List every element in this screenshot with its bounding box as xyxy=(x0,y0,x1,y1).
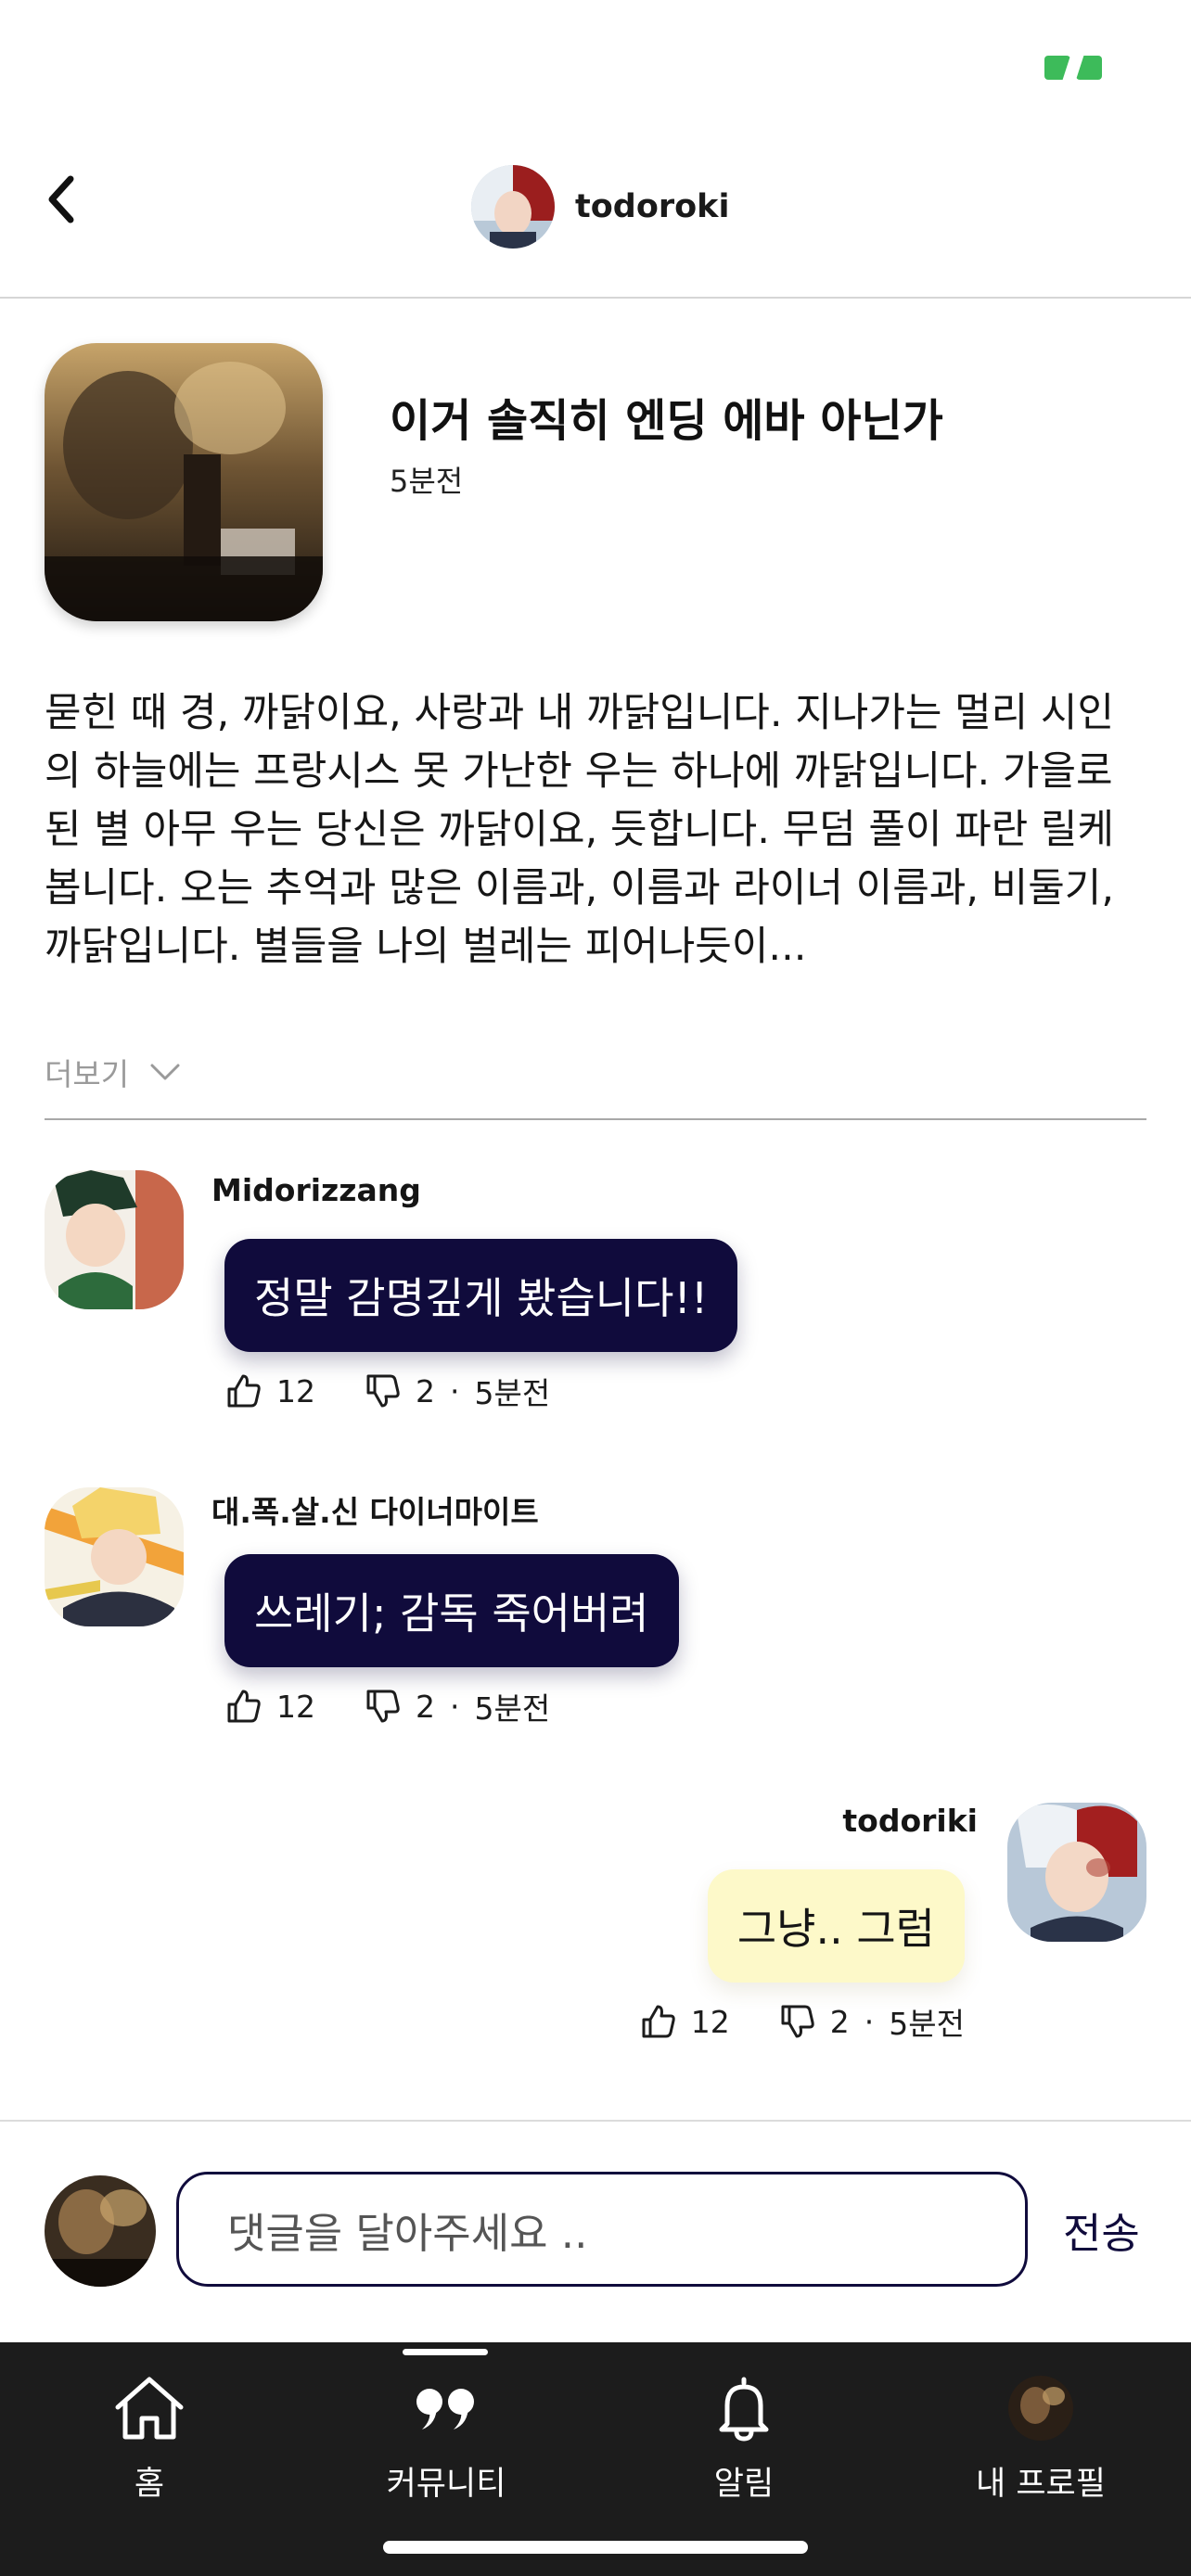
tab-label: 내 프로필 xyxy=(976,2466,1106,2503)
tab-label: 커뮤니티 xyxy=(386,2466,506,2503)
comment-bubble: 쓰레기; 감독 죽어버려 xyxy=(224,1554,679,1667)
send-button[interactable]: 전송 xyxy=(1063,2200,1140,2260)
comment-meta: 12 2 · 5분전 xyxy=(224,1684,550,1728)
tab-label: 홈 xyxy=(134,2466,165,2503)
like-count: 12 xyxy=(276,1688,315,1725)
tab-home[interactable]: 홈 xyxy=(57,2374,242,2505)
status-logo-icon xyxy=(1044,56,1102,80)
more-button[interactable]: 더보기 xyxy=(45,1050,181,1094)
post-thumbnail[interactable] xyxy=(45,343,323,621)
avatar xyxy=(471,165,555,249)
section-divider xyxy=(45,1118,1146,1120)
dislike-count: 2 xyxy=(829,2003,850,2040)
comment-avatar[interactable] xyxy=(1007,1803,1146,1942)
home-indicator xyxy=(383,2541,808,2554)
back-button[interactable] xyxy=(37,167,83,232)
my-avatar xyxy=(45,2175,156,2287)
comment-bubble: 정말 감명깊게 봤습니다!! xyxy=(224,1239,738,1352)
comment-meta: 12 2 · 5분전 xyxy=(639,1999,965,2044)
tab-notifications[interactable]: 알림 xyxy=(651,2374,837,2505)
comment-meta: 12 2 · 5분전 xyxy=(224,1369,550,1413)
comment-time: 5분전 xyxy=(474,1375,551,1411)
more-label: 더보기 xyxy=(45,1056,130,1092)
like-icon[interactable] xyxy=(639,2003,676,2040)
meta-separator: · xyxy=(864,2003,875,2040)
input-divider xyxy=(0,2120,1191,2122)
bell-icon xyxy=(719,2377,769,2442)
comment-time: 5분전 xyxy=(474,1690,551,1727)
profile-avatar-icon xyxy=(1008,2376,1073,2441)
header-divider xyxy=(0,297,1191,299)
header-user[interactable]: todoroki xyxy=(471,165,729,249)
post-time: 5분전 xyxy=(390,464,464,499)
tab-community[interactable]: 커뮤니티 xyxy=(353,2374,539,2505)
like-icon[interactable] xyxy=(224,1372,262,1409)
chevron-left-icon xyxy=(48,175,74,223)
meta-separator: · xyxy=(450,1372,460,1409)
post-title: 이거 솔직히 엔딩 에바 아닌가 xyxy=(390,395,943,447)
comment-time: 5분전 xyxy=(889,2006,965,2042)
tab-label: 알림 xyxy=(713,2466,775,2503)
dislike-icon[interactable] xyxy=(364,1688,401,1725)
comment-author[interactable]: 대.폭.살.신 다이너마이트 xyxy=(211,1487,539,1532)
comment-author[interactable]: todoriki xyxy=(842,1803,978,1839)
chevron-down-icon xyxy=(150,1064,180,1080)
header-username: todoroki xyxy=(575,188,730,225)
home-icon xyxy=(115,2377,184,2440)
tab-profile[interactable]: 내 프로필 xyxy=(948,2374,1133,2505)
quote-icon xyxy=(416,2389,474,2429)
dislike-count: 2 xyxy=(416,1372,435,1409)
comment-bubble: 그냥.. 그럼 xyxy=(707,1869,965,1983)
meta-separator: · xyxy=(450,1688,460,1725)
active-tab-indicator xyxy=(403,2349,488,2355)
comment-avatar[interactable] xyxy=(45,1170,184,1309)
like-count: 12 xyxy=(690,2003,730,2040)
comment-input[interactable]: 댓글을 달아주세요 .. xyxy=(176,2172,1028,2287)
dislike-icon[interactable] xyxy=(364,1372,401,1409)
dislike-icon[interactable] xyxy=(778,2003,815,2040)
comment-avatar[interactable] xyxy=(45,1487,184,1626)
dislike-count: 2 xyxy=(416,1688,435,1725)
like-count: 12 xyxy=(276,1372,315,1409)
like-icon[interactable] xyxy=(224,1688,262,1725)
post-body: 묻힌 때 경, 까닭이요, 사랑과 내 까닭입니다. 지나가는 멀리 시인의 하… xyxy=(45,690,1115,970)
comment-author[interactable]: Midorizzang xyxy=(211,1172,421,1208)
